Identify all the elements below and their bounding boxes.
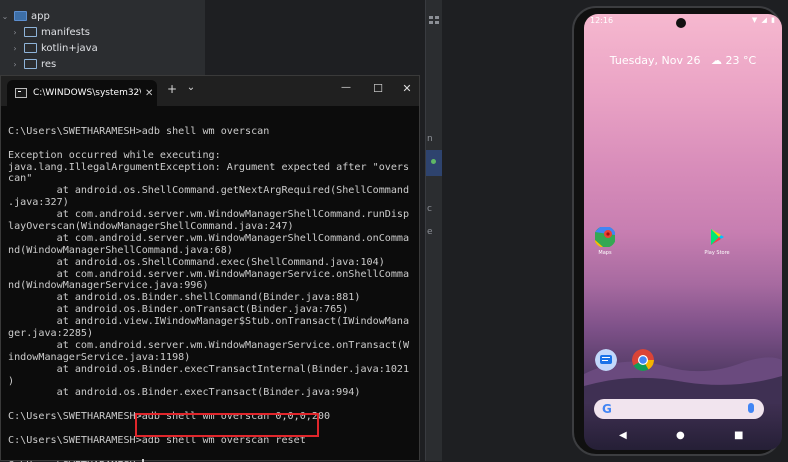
terminal-line: Exception occurred while executing:	[8, 149, 221, 161]
folder-icon	[24, 43, 37, 53]
terminal-line: at android.os.Binder.onTransact(Binder.j…	[8, 304, 349, 316]
status-time: 12:16	[590, 16, 614, 25]
google-logo-icon: G	[602, 402, 612, 416]
terminal-line: java.lang.IllegalArgumentException: Argu…	[8, 161, 410, 173]
terminal-line: at android.os.ShellCommand.exec(ShellCom…	[8, 256, 385, 268]
terminal-line: nd(WindowManagerShellCommand.java:68)	[8, 244, 233, 256]
close-button[interactable]: ✕	[398, 82, 416, 95]
maps-icon	[595, 227, 615, 247]
tree-item[interactable]: › manifests	[10, 24, 90, 40]
gutter-letter: n	[427, 134, 433, 144]
terminal-output[interactable]: C:\Users\SWETHARAMESH>adb shell wm overs…	[1, 106, 419, 462]
folder-icon	[24, 27, 37, 37]
home-button[interactable]: ●	[676, 430, 685, 441]
close-tab-icon[interactable]: ✕	[145, 88, 153, 99]
terminal-line: at android.os.Binder.execTransactInterna…	[8, 363, 410, 375]
highlight-annotation	[135, 413, 319, 437]
tree-item[interactable]: ⌄ app	[0, 8, 50, 24]
mic-icon[interactable]	[748, 403, 754, 413]
date-text: Tuesday, Nov 26	[609, 54, 701, 67]
terminal-line: nd(WindowManagerService.java:996)	[8, 280, 209, 292]
terminal-line: at android.os.Binder.shellCommand(Binder…	[8, 292, 361, 304]
terminal-line: layOverscan(WindowManagerShellCommand.ja…	[8, 221, 294, 233]
tree-item-label: manifests	[41, 26, 90, 38]
tree-item-label: kotlin+java	[41, 42, 98, 54]
chevron-icon[interactable]: ›	[10, 28, 20, 37]
terminal-line: can"	[8, 173, 33, 185]
chevron-icon[interactable]: ⌄	[0, 12, 10, 21]
terminal-icon	[15, 88, 27, 98]
tree-item-label: res	[41, 58, 57, 70]
run-panel	[442, 0, 565, 461]
terminal-line: at android.os.ShellCommand.getNextArgReq…	[8, 185, 410, 197]
chevron-icon[interactable]: ›	[10, 60, 20, 69]
terminal-line: at com.android.server.wm.WindowManagerSe…	[8, 339, 410, 351]
terminal-line: at com.android.server.wm.WindowManagerSh…	[8, 209, 410, 221]
navigation-bar: ◀ ● ■	[584, 428, 782, 448]
tab-dropdown-button[interactable]: ⌄	[182, 82, 200, 93]
back-button[interactable]: ◀	[619, 430, 627, 441]
gutter-dot-icon	[431, 159, 436, 164]
at-a-glance[interactable]: Tuesday, Nov 26 ☁ 23 °C	[584, 54, 782, 67]
terminal-line: ger.java:2285)	[8, 328, 94, 340]
weather-text: ☁ 23 °C	[711, 54, 757, 67]
tree-item[interactable]: › kotlin+java	[10, 40, 98, 56]
folder-icon	[24, 59, 37, 69]
cmd-window[interactable]: C:\WINDOWS\system32\cmd. ✕ + ⌄ — ☐ ✕ C:\…	[0, 75, 420, 462]
app-label-maps: Maps	[598, 250, 612, 256]
chevron-icon[interactable]: ›	[10, 44, 20, 53]
app-maps[interactable]: Maps	[594, 226, 616, 256]
status-icons: ▼ ◢ ▮	[751, 16, 776, 24]
terminal-line: .java:327)	[8, 197, 69, 209]
gutter-letter: e	[427, 227, 433, 237]
terminal-line: at com.android.server.wm.WindowManagerSe…	[8, 268, 410, 280]
play-store-icon	[711, 229, 724, 245]
new-tab-button[interactable]: +	[163, 82, 181, 96]
cmd-titlebar[interactable]: C:\WINDOWS\system32\cmd. ✕ + ⌄ — ☐ ✕	[1, 76, 419, 106]
cmd-tab[interactable]: C:\WINDOWS\system32\cmd. ✕	[7, 80, 157, 106]
messages-icon[interactable]	[595, 349, 617, 371]
tree-item[interactable]: › res	[10, 56, 56, 72]
app-label-play-store: Play Store	[704, 250, 730, 256]
app-play-store[interactable]: Play Store	[704, 226, 730, 256]
terminal-line: indowManagerService.java:1198)	[8, 351, 191, 363]
front-camera	[676, 18, 686, 28]
google-search-bar[interactable]: G	[594, 399, 764, 419]
gutter-grid-icon[interactable]	[428, 10, 440, 24]
chrome-icon[interactable]	[632, 349, 654, 371]
phone-screen[interactable]: 12:16 ▼ ◢ ▮ Tuesday, Nov 26 ☁ 23 °C Maps…	[584, 14, 782, 450]
maximize-button[interactable]: ☐	[369, 82, 387, 95]
terminal-line: at android.os.Binder.execTransact(Binder…	[8, 387, 361, 399]
cmd-tab-title: C:\WINDOWS\system32\cmd.	[33, 88, 141, 98]
status-bar: 12:16 ▼ ◢ ▮	[584, 14, 782, 28]
tree-item-label: app	[31, 10, 50, 22]
terminal-line: C:\Users\SWETHARAMESH>adb shell wm overs…	[8, 125, 270, 137]
minimize-button[interactable]: —	[337, 82, 355, 93]
terminal-line: at android.view.IWindowManager$Stub.onTr…	[8, 316, 410, 328]
recents-button[interactable]: ■	[734, 430, 743, 441]
terminal-line: )	[8, 375, 15, 387]
gutter-letter: c	[427, 204, 432, 214]
terminal-line: at com.android.server.wm.WindowManagerSh…	[8, 232, 410, 244]
folder-icon	[14, 11, 27, 21]
